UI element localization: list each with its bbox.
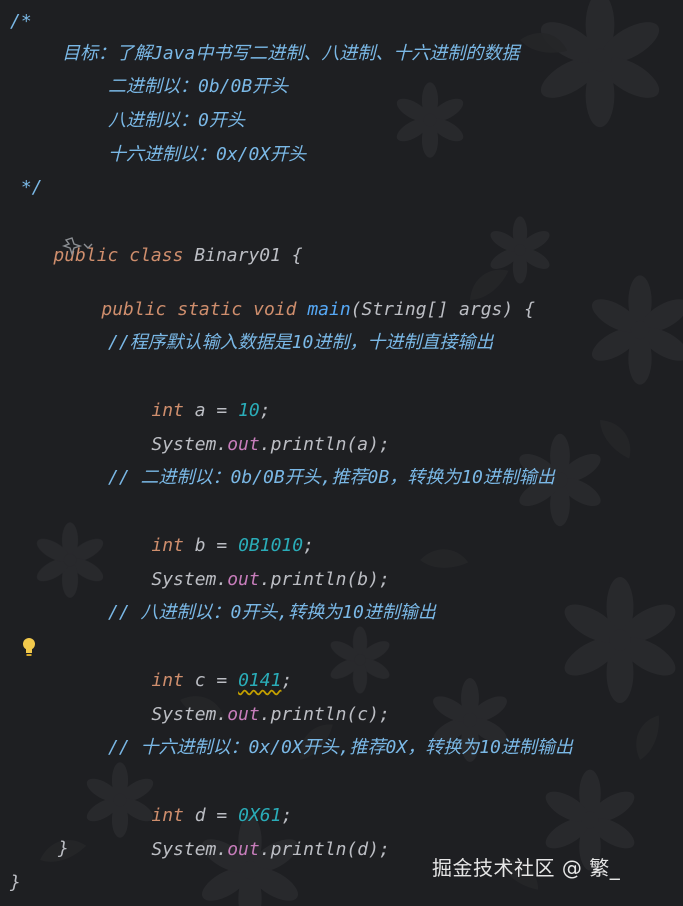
system-ref: System. — [151, 569, 228, 590]
declaration-d: int d = 0X61; — [108, 765, 292, 826]
declaration-c: int c = 0141; — [108, 630, 292, 691]
field-out: out — [227, 434, 260, 455]
println-a: System.out.println(a); — [108, 394, 389, 455]
main-method-declaration: public static void main(String[] args) { — [58, 259, 535, 320]
comment-default-decimal: //程序默认输入数据是10进制，十进制直接输出 — [108, 332, 494, 353]
keyword-public: public — [101, 299, 167, 320]
comment-binary: 二进制以：0b/0B开头 — [108, 76, 289, 97]
lightbulb-icon[interactable] — [19, 636, 39, 658]
keyword-void: void — [253, 299, 297, 320]
system-ref: System. — [151, 839, 228, 860]
watermark: 掘金技术社区 @ 繁_ — [432, 856, 621, 880]
println-d: System.out.println(d); — [108, 799, 389, 860]
println-b: System.out.println(b); — [108, 529, 389, 590]
class-close-brace: } — [10, 872, 21, 893]
class-declaration: public class Binary01 { — [10, 205, 302, 266]
comment-close: */ — [10, 177, 43, 198]
comment-open: /* — [10, 11, 32, 32]
println-call: .println(a); — [259, 434, 390, 455]
comment-octal-prefix: // 八进制以：0开头,转换为10进制输出 — [108, 602, 436, 623]
system-ref: System. — [151, 434, 228, 455]
comment-hex-prefix: // 十六进制以：0x/0X开头,推荐0X，转换为10进制输出 — [108, 737, 573, 758]
println-call: .println(c); — [259, 704, 390, 725]
main-params: (String[] args) { — [350, 299, 535, 320]
system-ref: System. — [151, 704, 228, 725]
comment-goal: 目标：了解Java中书写二进制、八进制、十六进制的数据 — [62, 43, 520, 64]
println-call: .println(b); — [259, 569, 390, 590]
comment-octal: 八进制以：0开头 — [108, 110, 245, 131]
comment-binary-prefix: // 二进制以：0b/0B开头,推荐0B，转换为10进制输出 — [108, 467, 555, 488]
comment-hex: 十六进制以：0x/0X开头 — [108, 144, 307, 165]
field-out: out — [227, 569, 260, 590]
field-out: out — [227, 839, 260, 860]
println-c: System.out.println(c); — [108, 664, 389, 725]
println-call: .println(d); — [259, 839, 390, 860]
method-name-main: main — [307, 299, 351, 320]
keyword-static: static — [177, 299, 243, 320]
method-close-brace: } — [58, 838, 69, 859]
field-out: out — [227, 704, 260, 725]
inlay-hint-icon[interactable] — [60, 235, 96, 257]
declaration-b: int b = 0B1010; — [108, 495, 314, 556]
declaration-a: int a = 10; — [108, 360, 270, 421]
